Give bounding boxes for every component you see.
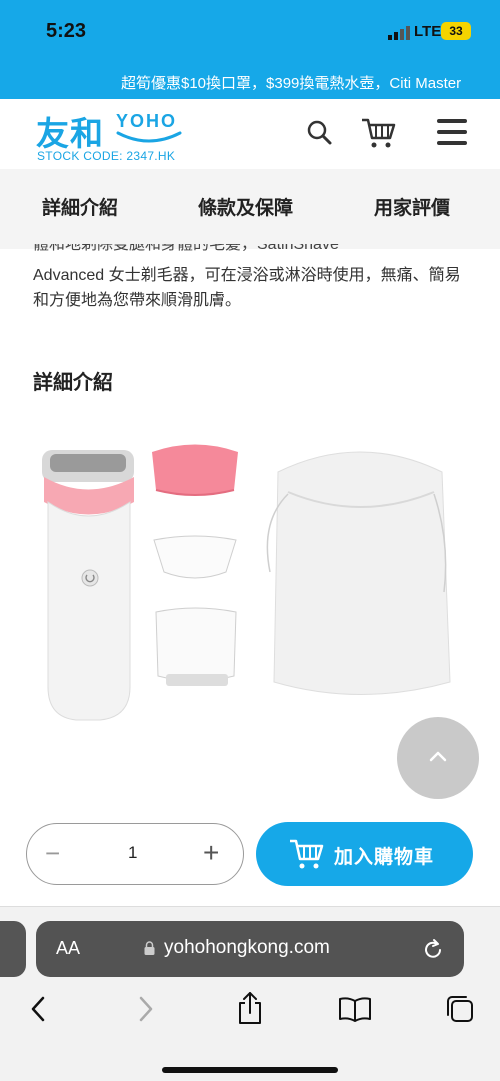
product-image: [42, 444, 451, 721]
stock-code: STOCK CODE: 2347.HK: [37, 149, 176, 163]
tabs-icon[interactable]: [444, 993, 476, 1025]
trimmer-comb-illustration: [155, 607, 237, 686]
url-text: yohohongkong.com: [164, 937, 330, 958]
status-time: 5:23: [46, 20, 87, 42]
quantity-stepper: − 1 +: [26, 823, 244, 885]
back-icon[interactable]: [28, 995, 48, 1023]
add-to-cart-label: 加入購物車: [334, 847, 435, 868]
share-icon[interactable]: [236, 991, 264, 1025]
product-description: Advanced 女士剃毛器，可在浸浴或淋浴時使用，無痛、簡易和方便地為您帶來順…: [33, 267, 461, 309]
promo-banner[interactable]: 超筍優惠$10換口罩，$399換電熱水壺，Citi Master: [0, 63, 500, 99]
add-to-cart-button[interactable]: 加入購物車: [256, 822, 473, 886]
cart-icon[interactable]: [360, 116, 396, 150]
home-indicator: [162, 1067, 338, 1073]
logo-smile-icon: [116, 131, 182, 143]
promo-text: 超筍優惠$10換口罩，$399換電熱水壺，Citi Master: [121, 75, 462, 92]
quantity-minus-button[interactable]: −: [45, 838, 60, 869]
signal-icon: [388, 26, 410, 40]
forward-icon[interactable]: [136, 995, 156, 1023]
reload-icon[interactable]: [422, 937, 444, 961]
address-bar[interactable]: AA yohohongkong.com: [36, 921, 464, 977]
browser-toolbar: AA yohohongkong.com: [0, 906, 500, 1081]
scroll-top-button[interactable]: [397, 717, 479, 799]
lock-icon: [144, 941, 155, 955]
cart-icon: [290, 839, 324, 869]
description-cut-line: 體和地剃除雙腿和身體的毛髮，SatinShave: [33, 244, 339, 253]
previous-tab-preview[interactable]: [0, 921, 26, 977]
network-type: LTE: [414, 23, 442, 40]
quantity-value[interactable]: 1: [128, 843, 137, 863]
battery-icon: 33: [441, 22, 471, 40]
quantity-plus-button[interactable]: +: [203, 837, 219, 869]
search-icon[interactable]: [306, 119, 334, 147]
reader-settings-button[interactable]: AA: [56, 938, 80, 959]
shaver-illustration: [42, 450, 134, 721]
chevron-up-icon: [429, 751, 447, 762]
product-tabs: 詳細介紹 條款及保障 用家評價: [0, 169, 500, 249]
logo-chinese: 友和: [36, 114, 104, 153]
menu-icon[interactable]: [436, 117, 468, 147]
tab-details[interactable]: 詳細介紹: [42, 193, 118, 220]
tab-reviews[interactable]: 用家評價: [374, 193, 450, 220]
tab-terms[interactable]: 條款及保障: [198, 193, 293, 220]
pouch-illustration: [266, 451, 451, 695]
clear-cap-illustration: [153, 535, 237, 579]
status-bar: 5:23 LTE 33: [0, 0, 500, 63]
bookmarks-icon[interactable]: [338, 995, 372, 1023]
pink-comb-illustration: [152, 444, 238, 496]
section-title: 詳細介紹: [33, 372, 113, 394]
site-header: 友和 YOHO STOCK CODE: 2347.HK: [0, 99, 500, 169]
